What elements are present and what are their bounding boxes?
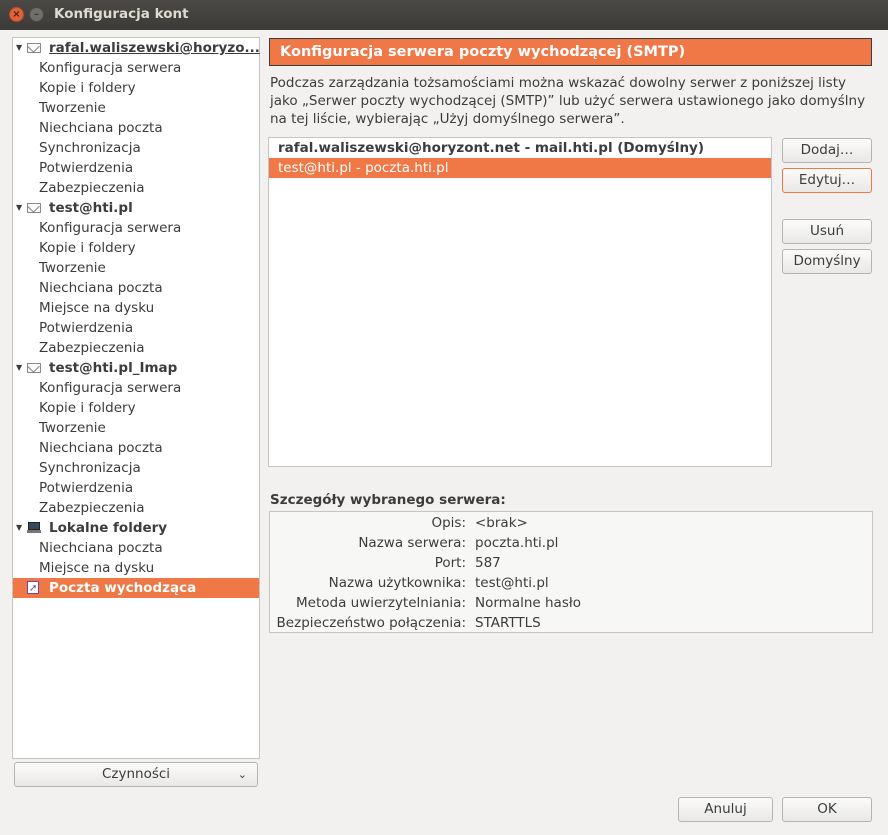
cancel-button[interactable]: Anuluj	[678, 797, 773, 822]
account-label: test@hti.pl	[49, 200, 133, 216]
minimize-window-button[interactable]: –	[29, 7, 44, 22]
account-label: Lokalne foldery	[49, 520, 168, 536]
detail-label: Opis:	[431, 515, 466, 531]
computer-icon	[27, 522, 41, 533]
window-title: Konfiguracja kont	[54, 6, 189, 22]
tree-item[interactable]: Synchronizacja	[13, 458, 259, 478]
page-title: Konfiguracja serwera poczty wychodzącej …	[269, 38, 872, 66]
tree-item[interactable]: Potwierdzenia	[13, 318, 259, 338]
outgoing-mail-icon: ➚	[27, 581, 39, 594]
detail-label: Metoda uwierzytelniania:	[296, 595, 466, 611]
tree-item[interactable]: Niechciana poczta	[13, 118, 259, 138]
tree-item[interactable]: Synchronizacja	[13, 138, 259, 158]
detail-row: Nazwa użytkownika: test@hti.pl	[270, 573, 872, 593]
detail-row: Port: 587	[270, 553, 872, 573]
tree-item[interactable]: Konfiguracja serwera	[13, 218, 259, 238]
detail-label: Nazwa serwera:	[358, 535, 466, 551]
tree-item[interactable]: Niechciana poczta	[13, 438, 259, 458]
tree-item[interactable]: Zabezpieczenia	[13, 498, 259, 518]
detail-value: 587	[475, 555, 501, 571]
envelope-icon	[27, 363, 41, 373]
detail-value: STARTTLS	[475, 615, 541, 631]
detail-row: Metoda uwierzytelniania: Normalne hasło	[270, 593, 872, 613]
tree-item[interactable]: Kopie i foldery	[13, 238, 259, 258]
tree-item[interactable]: Miejsce na dysku	[13, 558, 259, 578]
description-text: Podczas zarządzania tożsamościami można …	[270, 75, 866, 127]
ok-button[interactable]: OK	[782, 797, 872, 822]
expander-icon[interactable]: ▼	[16, 358, 22, 378]
close-window-button[interactable]: ×	[9, 7, 24, 22]
detail-row: Opis: <brak>	[270, 513, 872, 533]
set-default-button[interactable]: Domyślny	[782, 249, 872, 274]
account-label: test@hti.pl_Imap	[49, 360, 178, 376]
tree-item[interactable]: Potwierdzenia	[13, 158, 259, 178]
envelope-icon	[27, 43, 41, 53]
tree-item[interactable]: Kopie i foldery	[13, 78, 259, 98]
tree-item[interactable]: Tworzenie	[13, 418, 259, 438]
outgoing-label: Poczta wychodząca	[49, 580, 197, 596]
detail-row: Bezpieczeństwo połączenia: STARTTLS	[270, 613, 872, 633]
detail-label: Nazwa użytkownika:	[328, 575, 466, 591]
add-button[interactable]: Dodaj…	[782, 138, 872, 163]
detail-row: Nazwa serwera: poczta.hti.pl	[270, 533, 872, 553]
tree-item[interactable]: Miejsce na dysku	[13, 298, 259, 318]
minimize-icon: –	[34, 9, 39, 20]
tree-account-1[interactable]: ▼ rafal.waliszewski@horyzo...	[13, 38, 260, 58]
detail-value: Normalne hasło	[475, 595, 581, 611]
tree-item[interactable]: Tworzenie	[13, 258, 259, 278]
detail-label: Bezpieczeństwo połączenia:	[276, 615, 466, 631]
account-tree[interactable]: ▼ rafal.waliszewski@horyzo... Konfigurac…	[12, 37, 260, 759]
tree-item[interactable]: Tworzenie	[13, 98, 259, 118]
server-list-item-selected[interactable]: test@hti.pl - poczta.hti.pl	[269, 158, 771, 178]
account-label: rafal.waliszewski@horyzo...	[49, 40, 260, 56]
expander-icon[interactable]: ▼	[16, 198, 22, 218]
tree-item[interactable]: Konfiguracja serwera	[13, 58, 259, 78]
expander-icon[interactable]: ▼	[16, 518, 22, 538]
detail-value: <brak>	[475, 515, 528, 531]
title-bar: × – Konfiguracja kont	[0, 0, 888, 30]
server-list-item[interactable]: rafal.waliszewski@horyzont.net - mail.ht…	[269, 138, 771, 158]
detail-value: poczta.hti.pl	[475, 535, 559, 551]
tree-item[interactable]: Niechciana poczta	[13, 538, 259, 558]
smtp-server-list[interactable]: rafal.waliszewski@horyzont.net - mail.ht…	[268, 137, 772, 467]
tree-item[interactable]: Potwierdzenia	[13, 478, 259, 498]
chevron-down-icon: ⌄	[237, 768, 247, 781]
actions-dropdown[interactable]: Czynności ⌄	[14, 762, 258, 787]
tree-account-2[interactable]: ▼ test@hti.pl	[13, 198, 259, 218]
tree-item[interactable]: Niechciana poczta	[13, 278, 259, 298]
tree-local-folders[interactable]: ▼ Lokalne foldery	[13, 518, 259, 538]
tree-item[interactable]: Zabezpieczenia	[13, 338, 259, 358]
edit-button[interactable]: Edytuj…	[782, 168, 872, 193]
tree-outgoing-server[interactable]: ➚ Poczta wychodząca	[13, 578, 259, 598]
expander-icon[interactable]: ▼	[16, 38, 22, 58]
tree-account-3[interactable]: ▼ test@hti.pl_Imap	[13, 358, 259, 378]
detail-value: test@hti.pl	[475, 575, 549, 591]
details-title: Szczegóły wybranego serwera:	[270, 492, 506, 508]
remove-button[interactable]: Usuń	[782, 219, 872, 244]
tree-item[interactable]: Kopie i foldery	[13, 398, 259, 418]
server-details: Opis: <brak> Nazwa serwera: poczta.hti.p…	[269, 511, 873, 633]
detail-label: Port:	[434, 555, 466, 571]
tree-item[interactable]: Konfiguracja serwera	[13, 378, 259, 398]
actions-label: Czynności	[101, 766, 171, 782]
tree-item[interactable]: Zabezpieczenia	[13, 178, 259, 198]
close-icon: ×	[12, 9, 21, 20]
envelope-icon	[27, 203, 41, 213]
